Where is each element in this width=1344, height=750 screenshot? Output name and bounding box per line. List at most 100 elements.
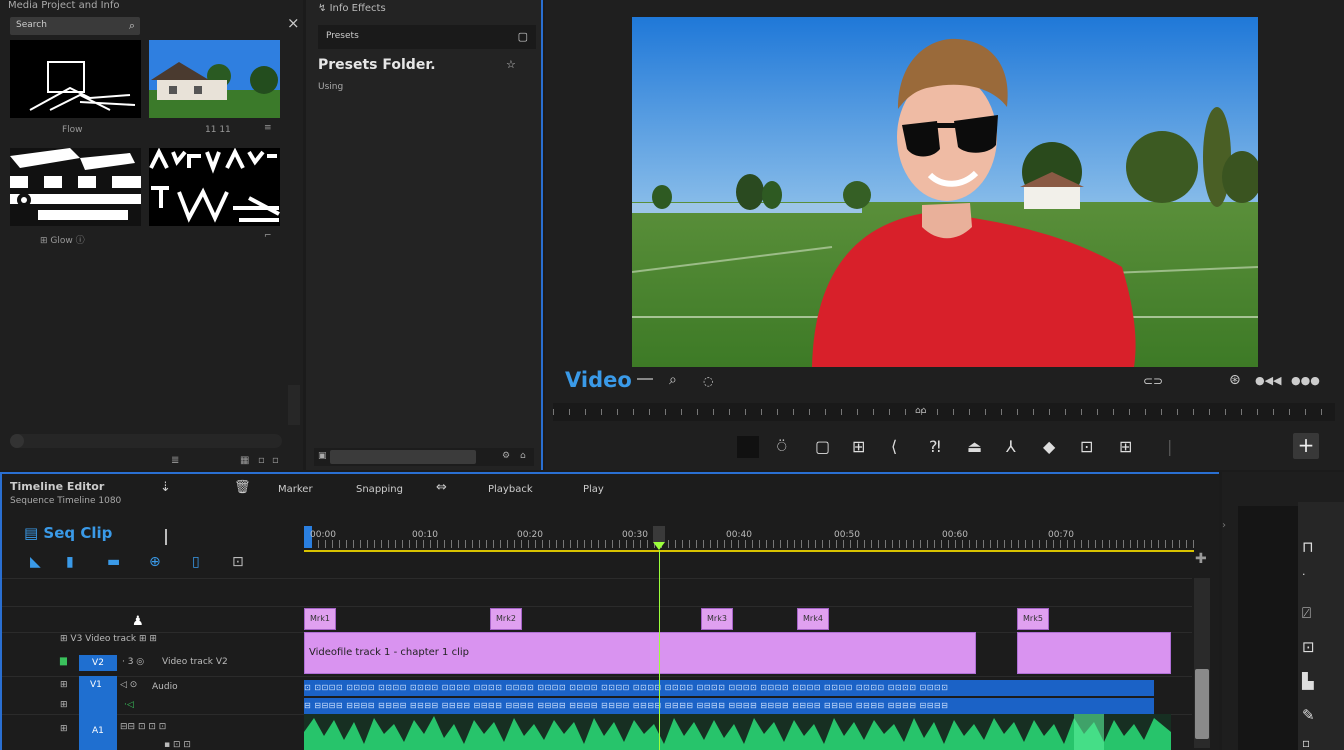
trash-icon[interactable]: ⌂ bbox=[520, 451, 526, 461]
video-clip-blue[interactable]: ⊡ ⊡⊡⊡⊡ ⊡⊡⊡⊡ ⊡⊡⊡⊡ ⊡⊡⊡⊡ ⊡⊡⊡⊡ ⊡⊡⊡⊡ ⊡⊡⊡⊡ ⊡⊡⊡… bbox=[304, 680, 1154, 696]
razor-tool-icon[interactable]: ▙ bbox=[1302, 672, 1314, 690]
sort-icon[interactable]: ⌐ bbox=[264, 231, 272, 241]
media-search-input[interactable]: Search ⌕ bbox=[10, 17, 140, 35]
link-icon[interactable]: ⊂⊃ bbox=[1143, 374, 1163, 388]
audio-waveform[interactable] bbox=[304, 714, 1171, 750]
selection-tool-icon[interactable]: ⊓ bbox=[1302, 538, 1314, 556]
zoom-icon[interactable]: ⌕ bbox=[669, 372, 677, 388]
timeline-title: Timeline Editor bbox=[10, 480, 105, 493]
track-header: ⊞ V3 Video track ⊞ ⊞ bbox=[60, 634, 157, 644]
track-target-chip[interactable]: V2 bbox=[79, 655, 117, 671]
gear-icon[interactable]: ⚙ bbox=[502, 451, 510, 461]
viewer-timeline-ruler[interactable] bbox=[553, 403, 1335, 421]
viewer-black-swatch bbox=[737, 436, 759, 458]
timeline-marker[interactable]: Mrk4 bbox=[797, 608, 829, 630]
sync-icon[interactable]: ◁ ⊙ bbox=[120, 680, 137, 690]
track-name: V1 bbox=[90, 680, 102, 690]
viewer-title: Video bbox=[565, 368, 632, 392]
sort-icon[interactable]: ▫ bbox=[258, 455, 265, 466]
trash-icon[interactable]: 🗑 bbox=[234, 480, 251, 495]
ripple-tool-icon[interactable]: ⊡ bbox=[1302, 638, 1315, 656]
timeline-scroll-knob[interactable] bbox=[1195, 669, 1209, 739]
safe-margins-icon[interactable]: ⊛ bbox=[1229, 372, 1241, 388]
pen-tool-icon[interactable]: ✎ bbox=[1302, 706, 1315, 724]
work-area-bar[interactable] bbox=[304, 550, 1194, 552]
mic-icon[interactable]: ♟ bbox=[132, 614, 144, 629]
playhead[interactable] bbox=[659, 550, 660, 750]
media-thumb-clapper[interactable] bbox=[10, 148, 141, 226]
presets-dropdown[interactable]: Presets ▢ bbox=[318, 25, 536, 49]
media-thumb-sketch[interactable] bbox=[10, 40, 141, 118]
viewer-playhead-marker: ⌂⌂ bbox=[915, 406, 927, 416]
export-frame-icon[interactable]: ●◀◀ bbox=[1255, 374, 1282, 387]
hand-icon[interactable]: ⊡ bbox=[232, 554, 244, 570]
timecode: 00:50 bbox=[834, 530, 860, 540]
media-scroll-knob[interactable] bbox=[10, 434, 24, 448]
track-toggle-icon[interactable]: ⊞ bbox=[60, 680, 68, 690]
grid-icon[interactable]: ▦ bbox=[240, 455, 249, 466]
go-to-in-icon[interactable]: ⊞ bbox=[852, 437, 865, 456]
keyframe-icon[interactable]: ▪ ⊡ ⊡ bbox=[164, 740, 191, 750]
ripple-edit-icon[interactable]: ▮ bbox=[66, 554, 74, 570]
track-select-tool-icon[interactable]: ⍁ bbox=[1302, 604, 1311, 622]
menu-snapping[interactable]: Snapping bbox=[356, 484, 403, 495]
eye-icon[interactable]: ▆ bbox=[60, 656, 67, 666]
timeline-marker[interactable]: Mrk2 bbox=[490, 608, 522, 630]
video-preview[interactable] bbox=[632, 17, 1258, 367]
insert-icon[interactable]: ◆ bbox=[1043, 437, 1055, 456]
track-divider bbox=[2, 606, 1192, 607]
video-clip[interactable]: Videofile track 1 - chapter 1 clip bbox=[304, 632, 976, 674]
step-forward-icon[interactable]: ⏏ bbox=[967, 437, 982, 456]
pen-icon[interactable]: ▯ bbox=[192, 554, 200, 570]
slip-icon[interactable]: ⊕ bbox=[149, 554, 161, 570]
go-to-out-icon[interactable]: ⅄ bbox=[1006, 437, 1016, 456]
add-track-icon[interactable]: ✚ bbox=[1195, 551, 1207, 567]
mute-icon[interactable]: ⊞ bbox=[60, 700, 68, 710]
panel-grip-icon[interactable]: › bbox=[1222, 520, 1228, 531]
menu-marker[interactable]: Marker bbox=[278, 484, 313, 495]
media-thumb-text[interactable] bbox=[149, 148, 280, 226]
star-icon[interactable]: ☆ bbox=[506, 58, 516, 71]
video-clip[interactable] bbox=[1017, 632, 1171, 674]
menu-playback[interactable]: Playback bbox=[488, 484, 533, 495]
search-icon: ⌕ bbox=[128, 19, 135, 32]
track-select-icon[interactable]: ◣ bbox=[30, 554, 41, 570]
hand-tool-icon[interactable]: ▫ bbox=[1302, 736, 1310, 750]
export-icon[interactable]: ⊞ bbox=[1119, 437, 1132, 456]
add-button[interactable]: + bbox=[1293, 433, 1319, 459]
video-clip-blue[interactable]: ⊟ ⊟⊟⊟⊟ ⊟⊟⊟⊟ ⊟⊟⊟⊟ ⊟⊟⊟⊟ ⊟⊟⊟⊟ ⊟⊟⊟⊟ ⊟⊟⊟⊟ ⊟⊟⊟… bbox=[304, 698, 1154, 714]
track-status: Audio bbox=[152, 682, 178, 692]
media-thumb-house[interactable] bbox=[149, 40, 280, 118]
record-icon[interactable]: ⊞ bbox=[60, 724, 68, 734]
selection-tool-icon[interactable]: ⇣ bbox=[160, 480, 171, 495]
play-icon[interactable]: ⁈ bbox=[929, 437, 941, 456]
solo-icon[interactable]: ·◁ bbox=[124, 700, 134, 710]
razor-icon[interactable]: ▬ bbox=[107, 554, 120, 570]
lock-icon[interactable]: · 3 ◎ bbox=[122, 657, 144, 667]
timeline-marker[interactable]: Mrk5 bbox=[1017, 608, 1049, 630]
close-icon[interactable]: × bbox=[287, 14, 300, 32]
overwrite-icon[interactable]: ⊡ bbox=[1080, 437, 1093, 456]
step-back-icon[interactable]: ⟨ bbox=[891, 437, 897, 456]
list-icon[interactable]: ≣ bbox=[171, 455, 179, 466]
audio-icons[interactable]: ⊟⊟ ⊡ ⊡ ⊡ bbox=[120, 722, 166, 732]
timeline-marker[interactable]: Mrk3 bbox=[701, 608, 733, 630]
settings-icon[interactable]: ●●● bbox=[1291, 374, 1320, 387]
loop-icon[interactable]: ◌ bbox=[703, 374, 713, 388]
mark-out-icon[interactable]: ▢ bbox=[815, 437, 830, 456]
mark-in-icon[interactable]: ⍥ bbox=[777, 437, 787, 457]
media-scrollbar-vertical[interactable] bbox=[288, 385, 300, 425]
timecode: 00:10 bbox=[412, 530, 438, 540]
effects-footer-bar[interactable] bbox=[330, 450, 476, 464]
sequence-name: ▤ Seq Clip bbox=[24, 524, 113, 542]
folder-icon[interactable]: ▣ bbox=[318, 451, 327, 461]
linked-selection-icon[interactable]: ⇔ bbox=[436, 480, 447, 495]
playhead-handle[interactable] bbox=[653, 526, 665, 550]
menu-icon[interactable]: ≡ bbox=[264, 123, 272, 133]
timeline-marker[interactable]: Mrk1 bbox=[304, 608, 336, 630]
program-viewer: Video ⌕ ◌ ⊂⊃ ⊛ ●◀◀ ●●● ⌂⌂ ⍥ ▢ ⊞ ⟨ ⁈ ⏏ ⅄ … bbox=[545, 0, 1344, 470]
search-label: Search bbox=[16, 20, 47, 30]
settings-icon[interactable]: ▫ bbox=[272, 455, 279, 466]
media-scrollbar[interactable] bbox=[10, 434, 282, 448]
menu-play[interactable]: Play bbox=[583, 484, 604, 495]
